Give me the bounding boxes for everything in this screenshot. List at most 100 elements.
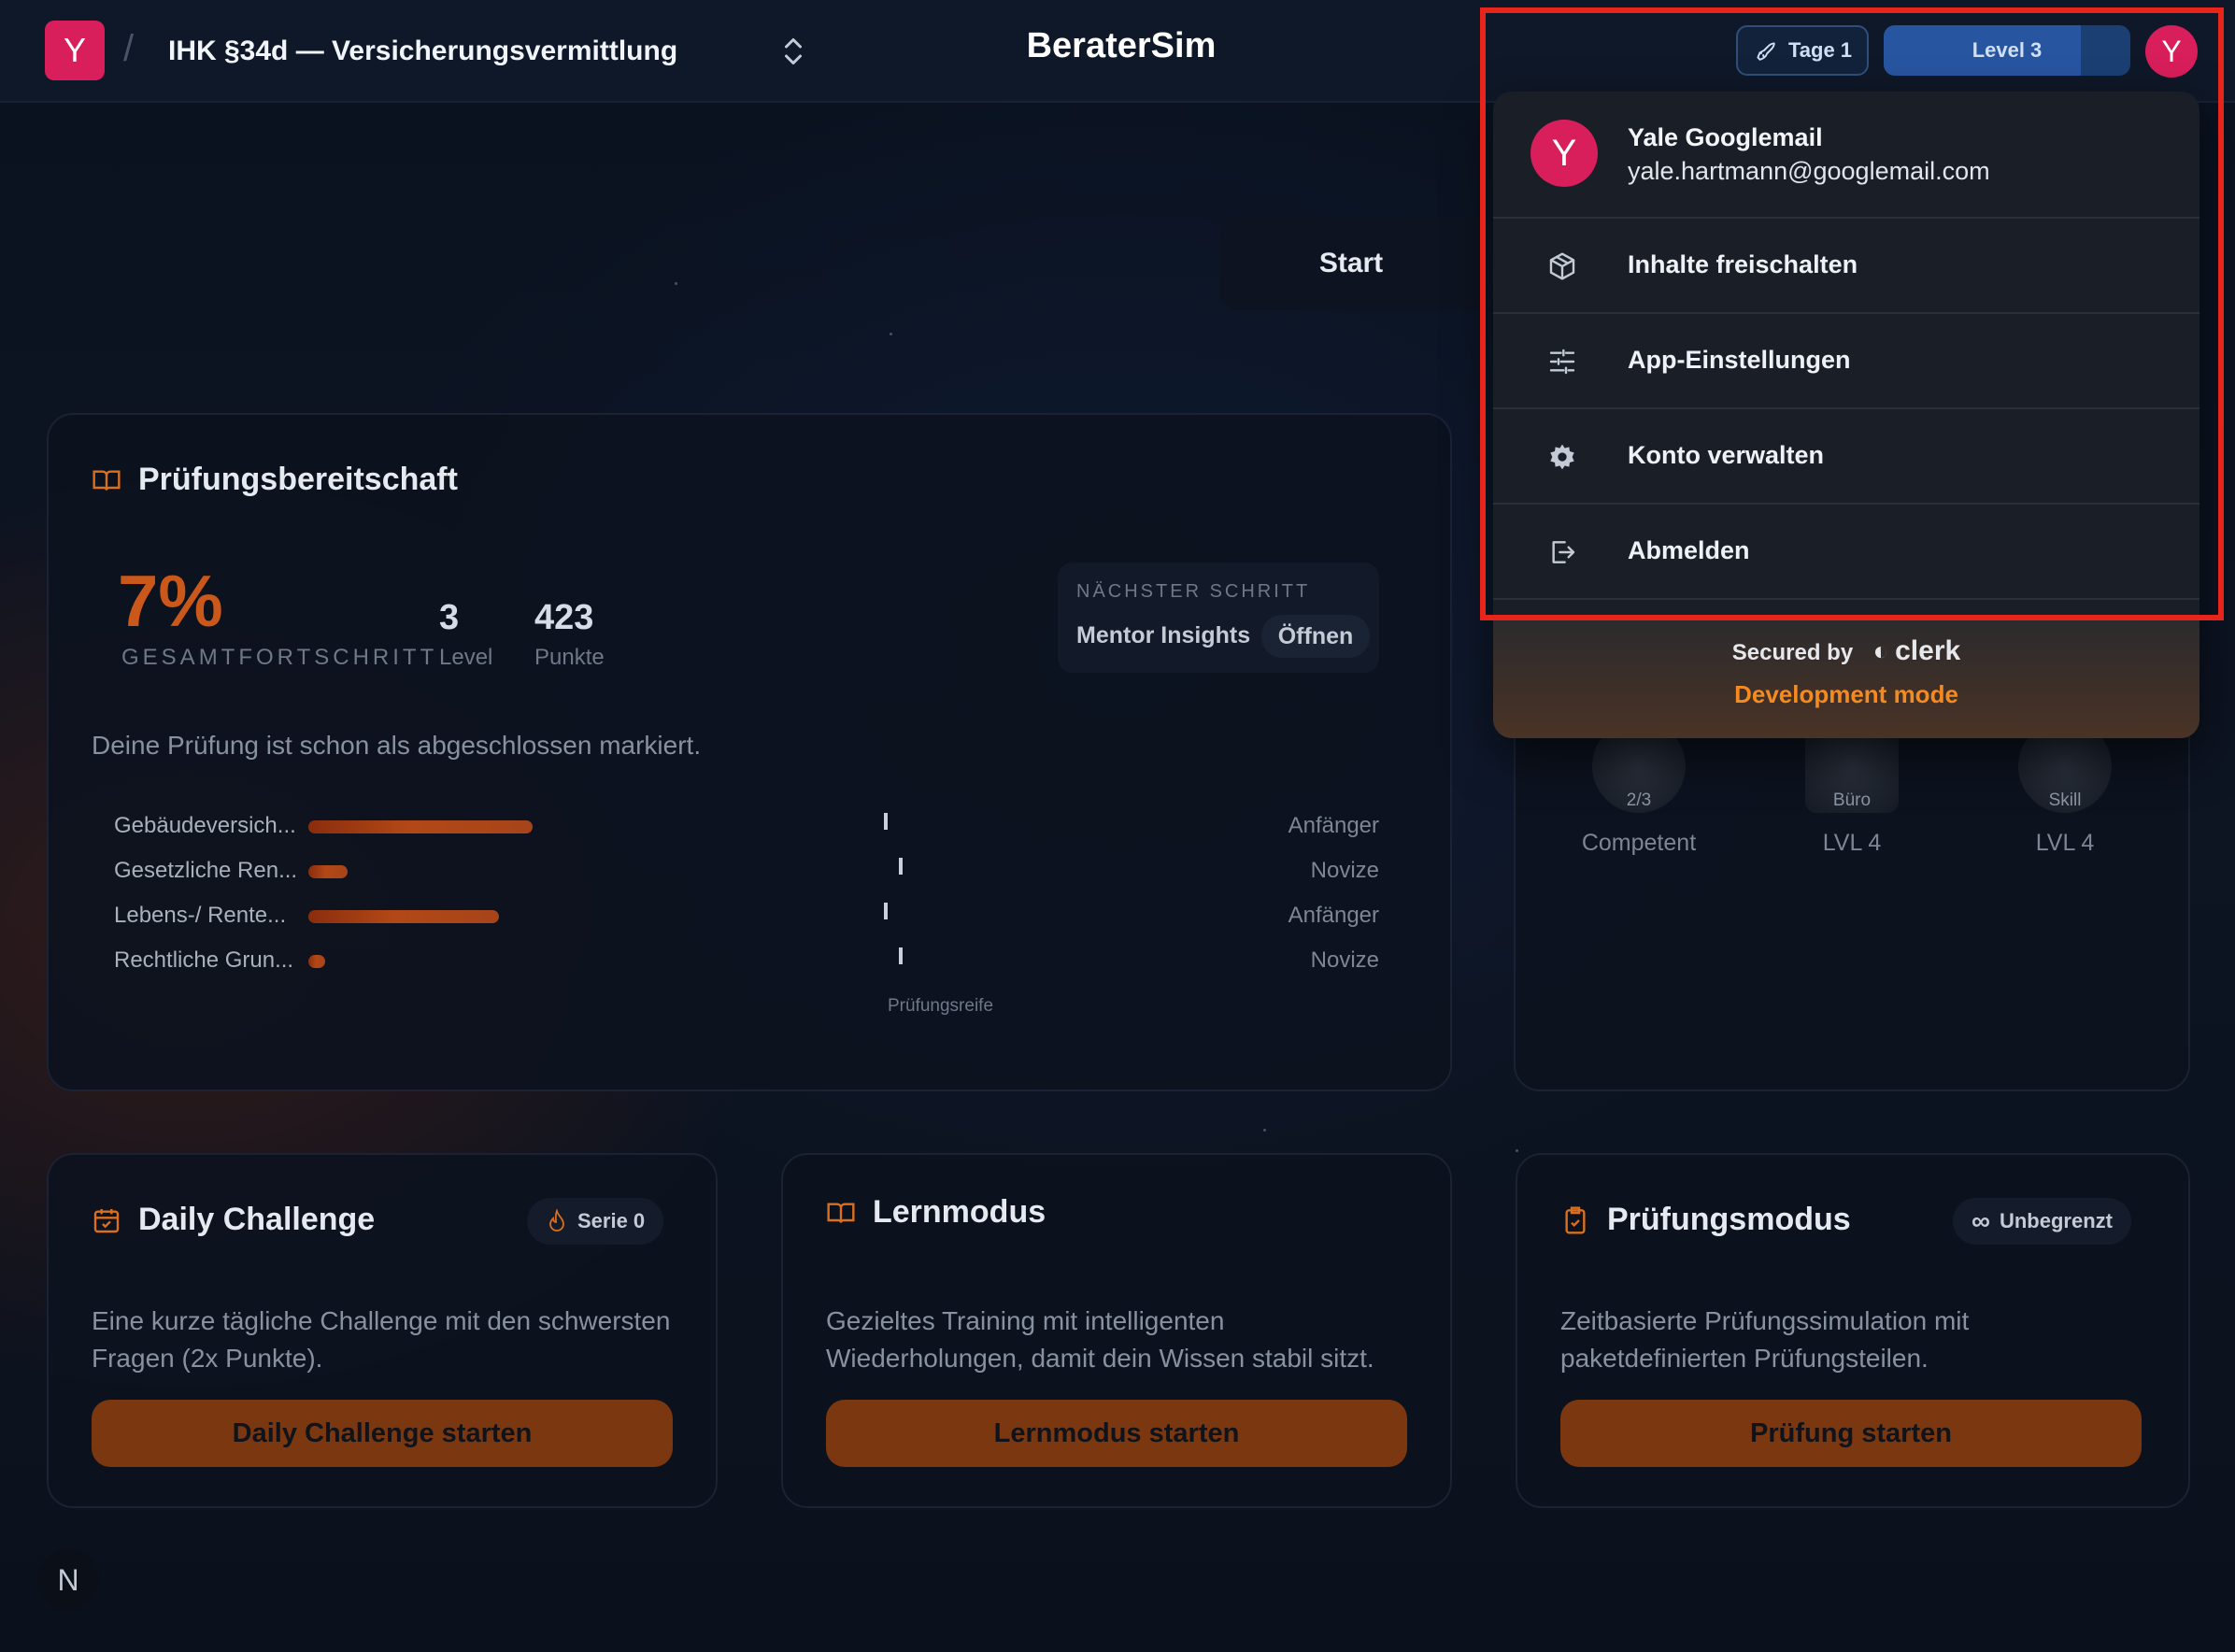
menu-item-label: Abmelden bbox=[1628, 536, 1750, 564]
exam-ready-marker bbox=[884, 903, 888, 919]
readiness-title: Prüfungsbereitschaft bbox=[92, 462, 458, 498]
exam-ready-marker bbox=[884, 813, 888, 830]
achievement-badge-label: LVL 4 bbox=[1822, 830, 1882, 856]
exam-completed-text: Deine Prüfung ist schon als abgeschlosse… bbox=[92, 731, 702, 760]
user-email: yale.hartmann@googlemail.com bbox=[1628, 157, 1990, 185]
menu-item-sign-out[interactable]: Abmelden bbox=[1493, 505, 2199, 600]
topic-name: Rechtliche Grun... bbox=[114, 947, 294, 973]
exam-mode-title: Prüfungsmodus bbox=[1560, 1202, 1851, 1238]
topic-name: Gebäudeversich... bbox=[114, 813, 296, 838]
breadcrumb-separator: / bbox=[123, 28, 135, 69]
level-chip[interactable]: Level 3 bbox=[1884, 25, 2130, 76]
star bbox=[1516, 1149, 1518, 1152]
achievement-badge-text: Büro bbox=[1832, 790, 1872, 810]
next-step-panel: NÄCHSTER SCHRITT Mentor Insights Öffnen bbox=[1058, 563, 1379, 673]
daily-challenge-description: Eine kurze tägliche Challenge mit den sc… bbox=[92, 1306, 671, 1373]
points-label: Punkte bbox=[534, 645, 605, 670]
nextjs-dev-badge[interactable]: N bbox=[37, 1549, 99, 1611]
streak-days-label: Tage 1 bbox=[1787, 38, 1853, 62]
topic-level: Anfänger bbox=[1288, 903, 1379, 928]
user-avatar-button[interactable]: Y bbox=[2145, 25, 2198, 78]
top-header: Y / IHK §34d — Versicherungsvermittlung … bbox=[0, 0, 2235, 103]
sliders-icon bbox=[1549, 349, 1575, 375]
achievement-badge-text: 2/3 bbox=[1626, 790, 1652, 810]
user-name: Yale Googlemail bbox=[1628, 123, 1823, 151]
menu-item-unlock-content[interactable]: Inhalte freischalten bbox=[1493, 219, 2199, 314]
development-mode-label: Development mode bbox=[1734, 680, 1958, 708]
topic-progress-bar bbox=[308, 820, 533, 833]
level-label: Level 3 bbox=[1972, 38, 2043, 62]
menu-item-label: Konto verwalten bbox=[1628, 441, 1825, 469]
start-learn-mode-button[interactable]: Lernmodus starten bbox=[826, 1400, 1407, 1467]
streak-days-chip[interactable]: Tage 1 bbox=[1736, 25, 1869, 76]
gear-icon bbox=[1550, 444, 1574, 470]
calendar-check-icon bbox=[93, 1208, 120, 1232]
clerk-footer: Secured by ◐ clerk Development mode bbox=[1493, 615, 2199, 738]
overall-progress-label: GESAMTFORTSCHRITT bbox=[121, 645, 438, 670]
readiness-title-text: Prüfungsbereitschaft bbox=[138, 462, 458, 497]
book-open-icon bbox=[93, 469, 121, 491]
project-select[interactable]: IHK §34d — Versicherungsvermittlung bbox=[149, 22, 822, 80]
unlimited-label: Unbegrenzt bbox=[1999, 1209, 2113, 1232]
topic-track bbox=[308, 865, 869, 878]
streak-label: Serie 0 bbox=[577, 1209, 646, 1232]
start-daily-challenge-button[interactable]: Daily Challenge starten bbox=[92, 1400, 673, 1467]
topic-name: Gesetzliche Ren... bbox=[114, 858, 298, 883]
daily-challenge-title: Daily Challenge bbox=[92, 1202, 375, 1238]
topic-track bbox=[308, 910, 869, 923]
exam-ready-marker bbox=[899, 947, 903, 964]
sign-out-icon bbox=[1552, 541, 1575, 563]
topic-progress-bar bbox=[308, 910, 499, 923]
star bbox=[1263, 1129, 1266, 1132]
user-avatar: Y bbox=[1530, 120, 1598, 187]
next-step-value: Mentor Insights bbox=[1076, 622, 1251, 648]
next-step-open-button[interactable]: Öffnen bbox=[1261, 615, 1370, 658]
project-name: IHK §34d — Versicherungsvermittlung bbox=[168, 36, 678, 66]
topic-level: Novize bbox=[1310, 947, 1379, 973]
topic-row: Rechtliche Grun... Novize bbox=[114, 944, 1379, 981]
menu-item-label: App-Einstellungen bbox=[1628, 346, 1851, 374]
level-stat-label: Level bbox=[439, 645, 493, 670]
menu-item-label: Inhalte freischalten bbox=[1628, 250, 1858, 278]
level-value: 3 bbox=[439, 598, 460, 637]
topic-progress-bar bbox=[308, 955, 325, 968]
infinity-icon: ∞ bbox=[1972, 1206, 1990, 1235]
clerk-logo-icon: ◐ bbox=[1872, 636, 1889, 665]
learn-mode-title-text: Lernmodus bbox=[873, 1194, 1046, 1230]
topic-row: Gebäudeversich... Anfänger bbox=[114, 809, 1379, 847]
tab-start[interactable]: Start bbox=[1220, 217, 1482, 310]
user-info: Y Yale Googlemail yale.hartmann@googlema… bbox=[1493, 92, 2199, 219]
streak-chip: Serie 0 bbox=[527, 1198, 664, 1245]
rocket-icon bbox=[1757, 42, 1775, 61]
star bbox=[675, 282, 677, 285]
flame-icon bbox=[549, 1209, 564, 1232]
achievement-badge-text: Skill bbox=[2048, 790, 2082, 810]
start-exam-button[interactable]: Prüfung starten bbox=[1560, 1400, 2142, 1467]
achievement-badge-label: LVL 4 bbox=[2035, 830, 2095, 856]
secured-by-text: Secured by ◐ clerk bbox=[1493, 635, 2199, 667]
points-value: 423 bbox=[534, 598, 594, 637]
clerk-logo-text: clerk bbox=[1895, 635, 1961, 666]
topic-row: Gesetzliche Ren... Novize bbox=[114, 854, 1379, 891]
learn-mode-description: Gezieltes Training mit intelligenten Wie… bbox=[826, 1306, 1374, 1373]
overall-progress-value: 7% bbox=[118, 560, 223, 642]
topic-level: Novize bbox=[1310, 858, 1379, 883]
secured-by-label: Secured by bbox=[1731, 640, 1854, 665]
unlimited-chip: ∞ Unbegrenzt bbox=[1953, 1198, 2131, 1245]
learn-mode-title: Lernmodus bbox=[826, 1194, 1046, 1231]
topic-track bbox=[308, 955, 869, 968]
topic-track bbox=[308, 820, 869, 833]
app-title: BeraterSim bbox=[1026, 26, 1217, 65]
exam-mode-description: Zeitbasierte Prüfungssimulation mit pake… bbox=[1560, 1306, 1970, 1373]
menu-item-app-settings[interactable]: App-Einstellungen bbox=[1493, 314, 2199, 409]
book-icon bbox=[827, 1202, 855, 1223]
menu-item-manage-account[interactable]: Konto verwalten bbox=[1493, 409, 2199, 505]
org-logo[interactable]: Y bbox=[45, 21, 105, 80]
achievement-badge-label: Competent bbox=[1581, 830, 1697, 856]
topic-progress-bar bbox=[308, 865, 348, 878]
user-menu-dropdown: Y Yale Googlemail yale.hartmann@googlema… bbox=[1493, 92, 2199, 738]
chevron-up-down-icon bbox=[785, 38, 802, 64]
topic-row: Lebens-/ Rente... Anfänger bbox=[114, 899, 1379, 936]
daily-challenge-title-text: Daily Challenge bbox=[138, 1202, 376, 1237]
exam-ready-marker bbox=[899, 858, 903, 875]
